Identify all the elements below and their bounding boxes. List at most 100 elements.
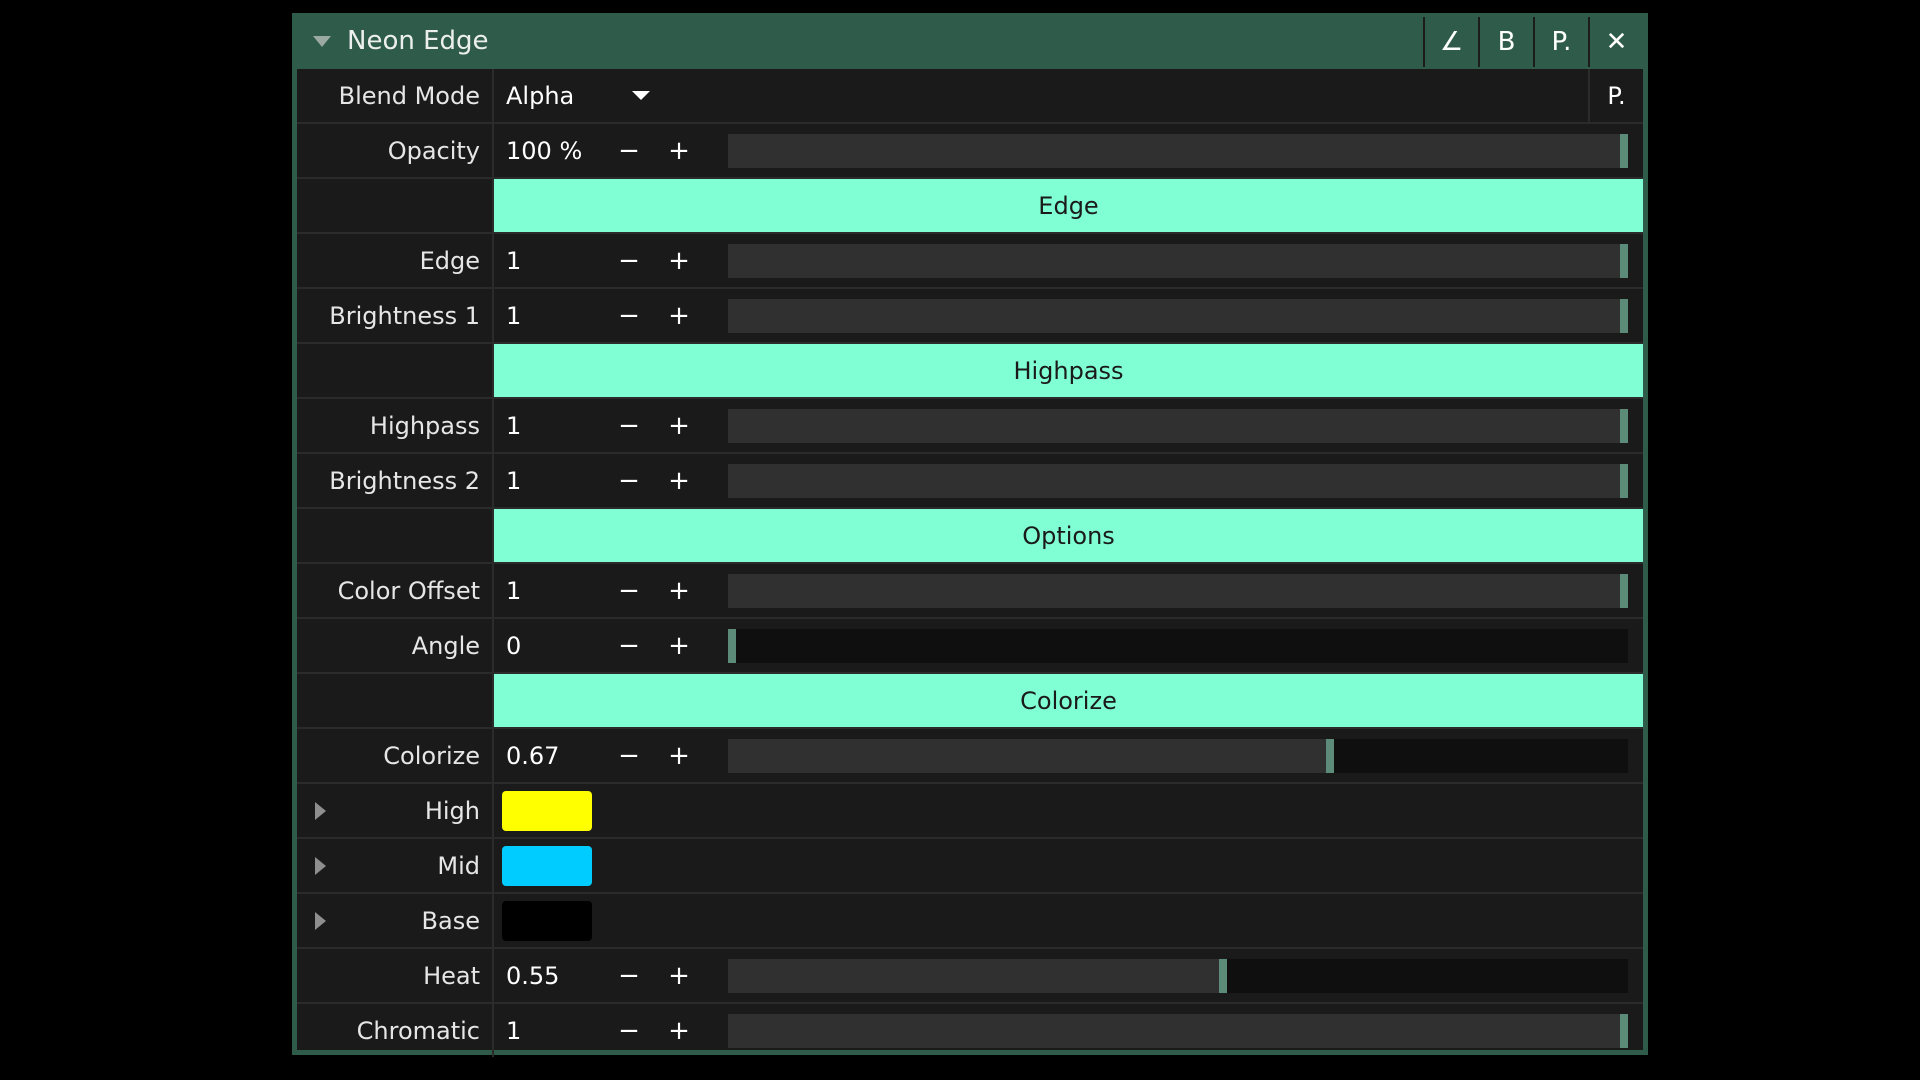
- highpass-slider[interactable]: [728, 409, 1628, 443]
- opacity-value[interactable]: 100 %: [494, 137, 604, 165]
- opacity-slider[interactable]: [728, 134, 1628, 168]
- preset-button[interactable]: P.: [1533, 17, 1588, 67]
- blend-mode-dropdown[interactable]: Alpha: [494, 82, 651, 110]
- panel-title: Neon Edge: [347, 26, 489, 56]
- collapse-caret-icon[interactable]: [313, 35, 331, 47]
- brightness1-label: Brightness 1: [297, 289, 494, 342]
- edge-slider-handle[interactable]: [1620, 244, 1628, 278]
- opacity-row: Opacity 100 % − +: [297, 122, 1643, 177]
- opacity-increment-button[interactable]: +: [654, 136, 704, 166]
- blend-preset-button[interactable]: P.: [1588, 69, 1643, 122]
- heat-increment-button[interactable]: +: [654, 961, 704, 991]
- chromatic-decrement-button[interactable]: −: [604, 1016, 654, 1046]
- highpass-section-row: Highpass: [297, 342, 1643, 397]
- color-offset-slider-fill: [728, 574, 1624, 608]
- panel-titlebar[interactable]: Neon Edge ∠ B P. ✕: [297, 13, 1643, 69]
- highpass-section-header[interactable]: Highpass: [494, 344, 1643, 397]
- heat-value[interactable]: 0.55: [494, 962, 604, 990]
- colorize-decrement-button[interactable]: −: [604, 741, 654, 771]
- close-button[interactable]: ✕: [1588, 17, 1643, 67]
- brightness1-row: Brightness 1 1 − +: [297, 287, 1643, 342]
- opacity-decrement-button[interactable]: −: [604, 136, 654, 166]
- title-buttons: ∠ B P. ✕: [1423, 17, 1643, 67]
- high-color-swatch[interactable]: [502, 790, 592, 831]
- expand-arrow-icon[interactable]: [315, 856, 326, 875]
- brightness2-decrement-button[interactable]: −: [604, 466, 654, 496]
- chromatic-label: Chromatic: [297, 1004, 494, 1057]
- highpass-increment-button[interactable]: +: [654, 411, 704, 441]
- heat-decrement-button[interactable]: −: [604, 961, 654, 991]
- angle-slider[interactable]: [728, 629, 1628, 663]
- brightness1-value[interactable]: 1: [494, 302, 604, 330]
- chromatic-slider[interactable]: [728, 1014, 1628, 1048]
- chromatic-value[interactable]: 1: [494, 1017, 604, 1045]
- heat-slider[interactable]: [728, 959, 1628, 993]
- edge-section-spacer: [297, 179, 494, 232]
- highpass-row: Highpass 1 − +: [297, 397, 1643, 452]
- color-offset-slider-handle[interactable]: [1620, 574, 1628, 608]
- brightness1-slider[interactable]: [728, 299, 1628, 333]
- highpass-slider-handle[interactable]: [1620, 409, 1628, 443]
- mid-color-label: Mid: [437, 851, 480, 880]
- angle-decrement-button[interactable]: −: [604, 631, 654, 661]
- brightness2-value[interactable]: 1: [494, 467, 604, 495]
- edge-section-row: Edge: [297, 177, 1643, 232]
- highpass-value[interactable]: 1: [494, 412, 604, 440]
- expand-arrow-icon[interactable]: [315, 911, 326, 930]
- colorize-row: Colorize 0.67 − +: [297, 727, 1643, 782]
- options-section-header[interactable]: Options: [494, 509, 1643, 562]
- chevron-down-icon: [632, 91, 651, 100]
- brightness2-slider-handle[interactable]: [1620, 464, 1628, 498]
- highpass-label: Highpass: [297, 399, 494, 452]
- chromatic-increment-button[interactable]: +: [654, 1016, 704, 1046]
- colorize-increment-button[interactable]: +: [654, 741, 704, 771]
- color-offset-slider[interactable]: [728, 574, 1628, 608]
- colorize-slider-handle[interactable]: [1325, 739, 1334, 773]
- colorize-section-header[interactable]: Colorize: [494, 674, 1643, 727]
- blend-mode-label: Blend Mode: [297, 69, 494, 122]
- base-color-label: Base: [421, 906, 480, 935]
- bypass-button[interactable]: B: [1478, 17, 1533, 67]
- angle-button[interactable]: ∠: [1423, 17, 1478, 67]
- color-offset-label: Color Offset: [297, 564, 494, 617]
- brightness2-increment-button[interactable]: +: [654, 466, 704, 496]
- chromatic-row: Chromatic 1 − +: [297, 1002, 1643, 1057]
- brightness1-decrement-button[interactable]: −: [604, 301, 654, 331]
- chromatic-slider-handle[interactable]: [1620, 1014, 1628, 1048]
- options-section-spacer: [297, 509, 494, 562]
- colorize-slider[interactable]: [728, 739, 1628, 773]
- edge-value[interactable]: 1: [494, 247, 604, 275]
- heat-slider-fill: [728, 959, 1223, 993]
- high-color-label-cell: High: [297, 784, 494, 837]
- chromatic-slider-fill: [728, 1014, 1624, 1048]
- mid-color-row: Mid: [297, 837, 1643, 892]
- edge-section-header[interactable]: Edge: [494, 179, 1643, 232]
- angle-increment-button[interactable]: +: [654, 631, 704, 661]
- highpass-slider-fill: [728, 409, 1624, 443]
- blend-mode-row: Blend Mode Alpha P.: [297, 69, 1643, 122]
- base-color-swatch[interactable]: [502, 900, 592, 941]
- angle-slider-handle[interactable]: [728, 629, 736, 663]
- color-offset-increment-button[interactable]: +: [654, 576, 704, 606]
- angle-label: Angle: [297, 619, 494, 672]
- mid-color-label-cell: Mid: [297, 839, 494, 892]
- mid-color-swatch[interactable]: [502, 845, 592, 886]
- brightness2-slider[interactable]: [728, 464, 1628, 498]
- edge-row: Edge 1 − +: [297, 232, 1643, 287]
- edge-decrement-button[interactable]: −: [604, 246, 654, 276]
- effect-panel: Neon Edge ∠ B P. ✕ Blend Mode Alpha P. O…: [292, 13, 1648, 1057]
- expand-arrow-icon[interactable]: [315, 801, 326, 820]
- brightness1-slider-handle[interactable]: [1620, 299, 1628, 333]
- edge-increment-button[interactable]: +: [654, 246, 704, 276]
- opacity-slider-handle[interactable]: [1620, 134, 1628, 168]
- edge-slider[interactable]: [728, 244, 1628, 278]
- heat-label: Heat: [297, 949, 494, 1002]
- brightness1-increment-button[interactable]: +: [654, 301, 704, 331]
- highpass-decrement-button[interactable]: −: [604, 411, 654, 441]
- color-offset-decrement-button[interactable]: −: [604, 576, 654, 606]
- colorize-value[interactable]: 0.67: [494, 742, 604, 770]
- angle-value[interactable]: 0: [494, 632, 604, 660]
- heat-slider-handle[interactable]: [1218, 959, 1227, 993]
- color-offset-row: Color Offset 1 − +: [297, 562, 1643, 617]
- color-offset-value[interactable]: 1: [494, 577, 604, 605]
